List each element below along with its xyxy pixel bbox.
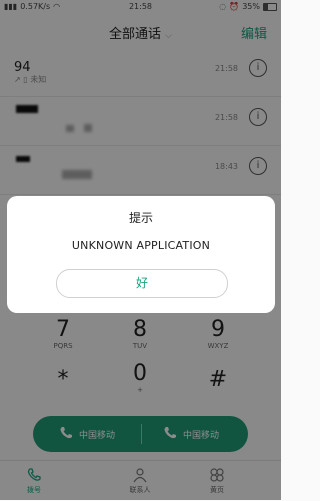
alert-dialog: 提示 UNKNOWN APPLICATION 好 — [7, 196, 275, 313]
ok-button[interactable]: 好 — [56, 269, 228, 298]
dialog-title: 提示 — [128, 211, 153, 225]
dialog-message: UNKNOWN APPLICATION — [71, 239, 211, 252]
